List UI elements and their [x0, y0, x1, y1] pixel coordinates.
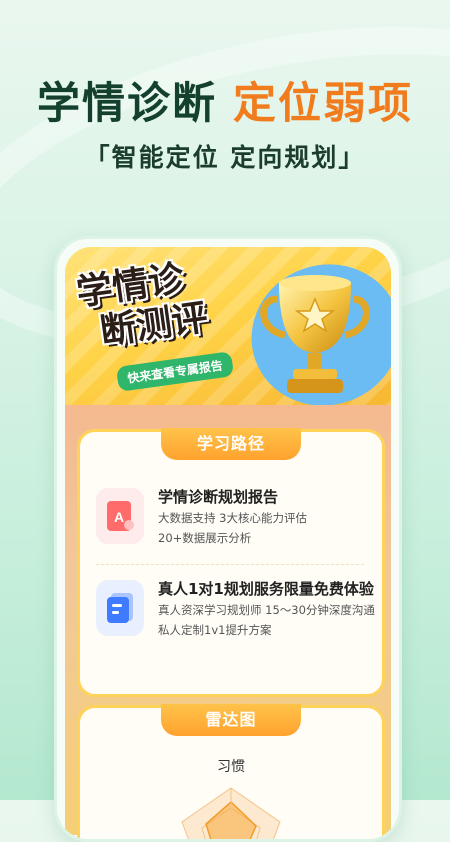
item-desc-line2: 私人定制1v1提升方案	[158, 623, 272, 637]
item-title: 学情诊断规划报告	[158, 488, 279, 506]
list-item[interactable]: A 学情诊断规划报告 大数据支持 3大核心能力评估 20+数据展示分析	[96, 486, 376, 556]
trophy-icon	[260, 275, 370, 393]
diagnosis-banner[interactable]: 学情诊 断测评 快来查看专属报告	[65, 247, 391, 405]
learning-path-tab: 学习路径	[161, 428, 301, 460]
item-desc-line1: 真人资深学习规划师 15～30分钟深度沟通	[158, 603, 375, 617]
item-desc-line2: 20+数据展示分析	[158, 531, 252, 545]
svg-text:A: A	[114, 509, 124, 525]
hero-title: 学情诊断 定位弱项	[0, 76, 450, 132]
radar-axis-label: 习惯	[217, 759, 245, 775]
radar-chart-icon	[181, 787, 281, 839]
item-desc-line1: 大数据支持 3大核心能力评估	[158, 511, 307, 525]
learning-path-card: 学习路径 A 学情诊断规划报告 大数据支持 3大核心能力评估 20+数据展示分析	[77, 428, 385, 697]
radar-tab: 雷达图	[161, 704, 301, 736]
item-title: 真人1对1规划服务限量免费体验	[158, 580, 374, 598]
hero-title-part1: 学情诊断	[37, 79, 217, 129]
list-item[interactable]: 真人1对1规划服务限量免费体验 真人资深学习规划师 15～30分钟深度沟通 私人…	[96, 578, 376, 648]
phone-mockup: 学情诊 断测评 快来查看专属报告 学习路径 A 学情诊断规划报告 大数据支持 3…	[54, 236, 402, 842]
hero-title-part2: 定位弱项	[233, 79, 413, 129]
document-icon	[96, 580, 144, 636]
report-icon: A	[96, 488, 144, 544]
hero-subtitle: 「智能定位 定向规划」	[84, 143, 366, 172]
divider	[96, 564, 364, 565]
radar-card: 雷达图 习惯	[77, 704, 385, 839]
